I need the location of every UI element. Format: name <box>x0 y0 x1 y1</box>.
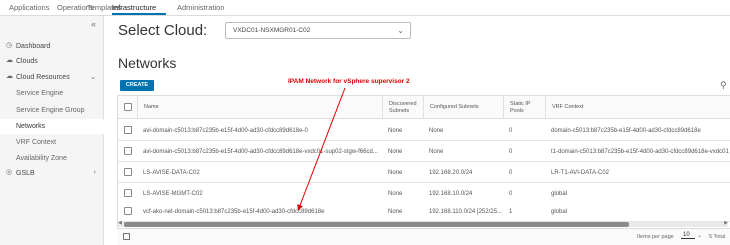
collapse-sidebar-icon[interactable]: « <box>91 19 96 29</box>
row-checkbox[interactable] <box>124 126 132 134</box>
sidebar-item-label: Service Engine Group <box>16 106 85 114</box>
cloud-resources-icon: ☁ <box>6 73 13 80</box>
chevron-down-icon: ⌄ <box>397 26 404 35</box>
cell-name: avi-domain-c5013:b87c235b-e15f-4d00-ad30… <box>143 148 378 155</box>
cell-static-ip-pools: 0 <box>509 148 513 155</box>
sidebar-item-label: Availability Zone <box>16 154 67 162</box>
sidebar-item-label: Networks <box>16 122 46 130</box>
cell-name: avi-domain-c5013:b87c235b-e15f-4d00-ad30… <box>143 127 308 134</box>
sidebar-item-label: Cloud Resources <box>16 73 70 81</box>
column-header-discovered-subnets[interactable]: Discovered Subnets <box>382 96 423 119</box>
cell-name: vcf-ako-net-domain-c5013:b87c235b-e15f-4… <box>143 208 325 215</box>
gslb-icon: ◎ <box>6 169 13 176</box>
cell-configured-subnets: 192.168.20.0/24 <box>429 169 473 176</box>
cell-vrf-context: LR-T1-AVI-DATA-C02 <box>551 169 610 176</box>
row-checkbox[interactable] <box>124 168 132 176</box>
sidebar-item-clouds[interactable]: ☁ Clouds <box>0 54 104 69</box>
nav-administration[interactable]: Administration <box>177 3 225 12</box>
cell-discovered-subnets: None <box>388 208 403 215</box>
chevron-down-icon: ⌄ <box>90 74 96 81</box>
cell-static-ip-pools: 1 <box>509 208 513 215</box>
create-button[interactable]: CREATE <box>120 80 154 91</box>
dashboard-icon: ◷ <box>6 42 13 49</box>
cell-vrf-context: t1-domain-c5013:b87c235b-e15f-4d00-ad30-… <box>551 148 729 155</box>
sidebar: « ◷ Dashboard ☁ Clouds ☁ Cloud Resources… <box>0 16 104 245</box>
row-checkbox[interactable] <box>124 147 132 155</box>
cell-configured-subnets: None <box>429 127 444 134</box>
column-header-name[interactable]: Name <box>137 96 382 119</box>
cloud-select[interactable]: VXDC01-NSXMGR01-C02 ⌄ <box>225 22 411 39</box>
nav-infrastructure[interactable]: Infrastructure <box>112 3 156 12</box>
sidebar-item-gslb[interactable]: ◎ GSLB › <box>0 166 104 181</box>
items-per-page-select[interactable]: 10 <box>681 232 695 239</box>
column-header-vrf-context[interactable]: VRF Context <box>545 96 730 119</box>
row-checkbox[interactable] <box>124 189 132 197</box>
scroll-right-icon[interactable]: ▶ <box>724 220 728 226</box>
sidebar-item-availability-zone[interactable]: Availability Zone <box>0 151 104 166</box>
table-row[interactable]: avi-domain-c5013:b87c235b-e15f-4d00-ad30… <box>118 120 730 141</box>
cloud-icon: ☁ <box>6 57 13 64</box>
cell-static-ip-pools: 0 <box>509 169 513 176</box>
search-icon[interactable]: ⚲ <box>720 80 727 91</box>
row-checkbox[interactable] <box>124 207 132 215</box>
page-title: Networks <box>118 55 177 71</box>
column-header-configured-subnets[interactable]: Configured Subnets <box>423 96 503 119</box>
sidebar-item-label: VRF Context <box>16 138 57 146</box>
items-per-page-label: Items per page <box>637 234 674 240</box>
select-all-checkbox[interactable] <box>124 103 132 111</box>
cell-discovered-subnets: None <box>388 169 403 176</box>
sidebar-item-label: Dashboard <box>16 42 51 50</box>
scroll-left-icon[interactable]: ◀ <box>118 220 122 226</box>
cell-configured-subnets: 192.168.110.0/24 [252/25... <box>429 208 502 215</box>
column-toggle-icon[interactable] <box>123 233 130 240</box>
cell-configured-subnets: None <box>429 148 444 155</box>
annotation-label: IPAM Network for vSphere supervisor 2 <box>288 78 410 85</box>
chevron-right-icon: › <box>93 169 96 176</box>
cell-vrf-context: domain-c5013:b87c235b-e15f-4d00-ad30-cfd… <box>551 127 701 134</box>
scrollbar-thumb[interactable] <box>124 222 629 227</box>
cell-static-ip-pools: 0 <box>509 127 513 134</box>
sidebar-item-vrf-context[interactable]: VRF Context <box>0 135 104 150</box>
total-count: 5 Total <box>709 234 726 240</box>
table-footer: Items per page 10 ⌄ 5 Total <box>117 228 730 245</box>
select-cloud-label: Select Cloud: <box>118 22 208 39</box>
cell-name: LS-AVISE-DATA-C02 <box>143 169 200 176</box>
sidebar-item-label: Service Engine <box>16 89 64 97</box>
table-header: Name Discovered Subnets Configured Subne… <box>118 96 730 119</box>
cell-vrf-context: global <box>551 208 568 215</box>
cell-discovered-subnets: None <box>388 148 403 155</box>
sidebar-item-label: GSLB <box>16 169 35 177</box>
sidebar-item-label: Clouds <box>16 57 38 65</box>
table-row[interactable]: avi-domain-c5013:b87c235b-e15f-4d00-ad30… <box>118 141 730 162</box>
column-header-static-ip-pools[interactable]: Static IP Pools <box>503 96 545 119</box>
chevron-down-icon[interactable]: ⌄ <box>697 232 702 239</box>
horizontal-scrollbar[interactable]: ◀ ▶ <box>118 220 728 227</box>
sidebar-item-cloud-resources[interactable]: ☁ Cloud Resources ⌄ <box>0 70 104 85</box>
sidebar-item-service-engine[interactable]: Service Engine <box>0 86 104 101</box>
cloud-select-value: VXDC01-NSXMGR01-C02 <box>233 27 311 34</box>
sidebar-item-dashboard[interactable]: ◷ Dashboard <box>0 39 104 54</box>
table-row[interactable]: vcf-ako-net-domain-c5013:b87c235b-e15f-4… <box>118 201 730 222</box>
nav-applications[interactable]: Applications <box>9 3 49 12</box>
active-tab-indicator <box>112 13 166 15</box>
sidebar-item-service-engine-group[interactable]: Service Engine Group <box>0 103 104 118</box>
cell-discovered-subnets: None <box>388 127 403 134</box>
table-row[interactable]: LS-AVISE-DATA-C02 None 192.168.20.0/24 0… <box>118 162 730 183</box>
sidebar-item-networks[interactable]: Networks <box>0 119 104 134</box>
top-navigation: Applications Operations Templates Infras… <box>0 0 730 16</box>
